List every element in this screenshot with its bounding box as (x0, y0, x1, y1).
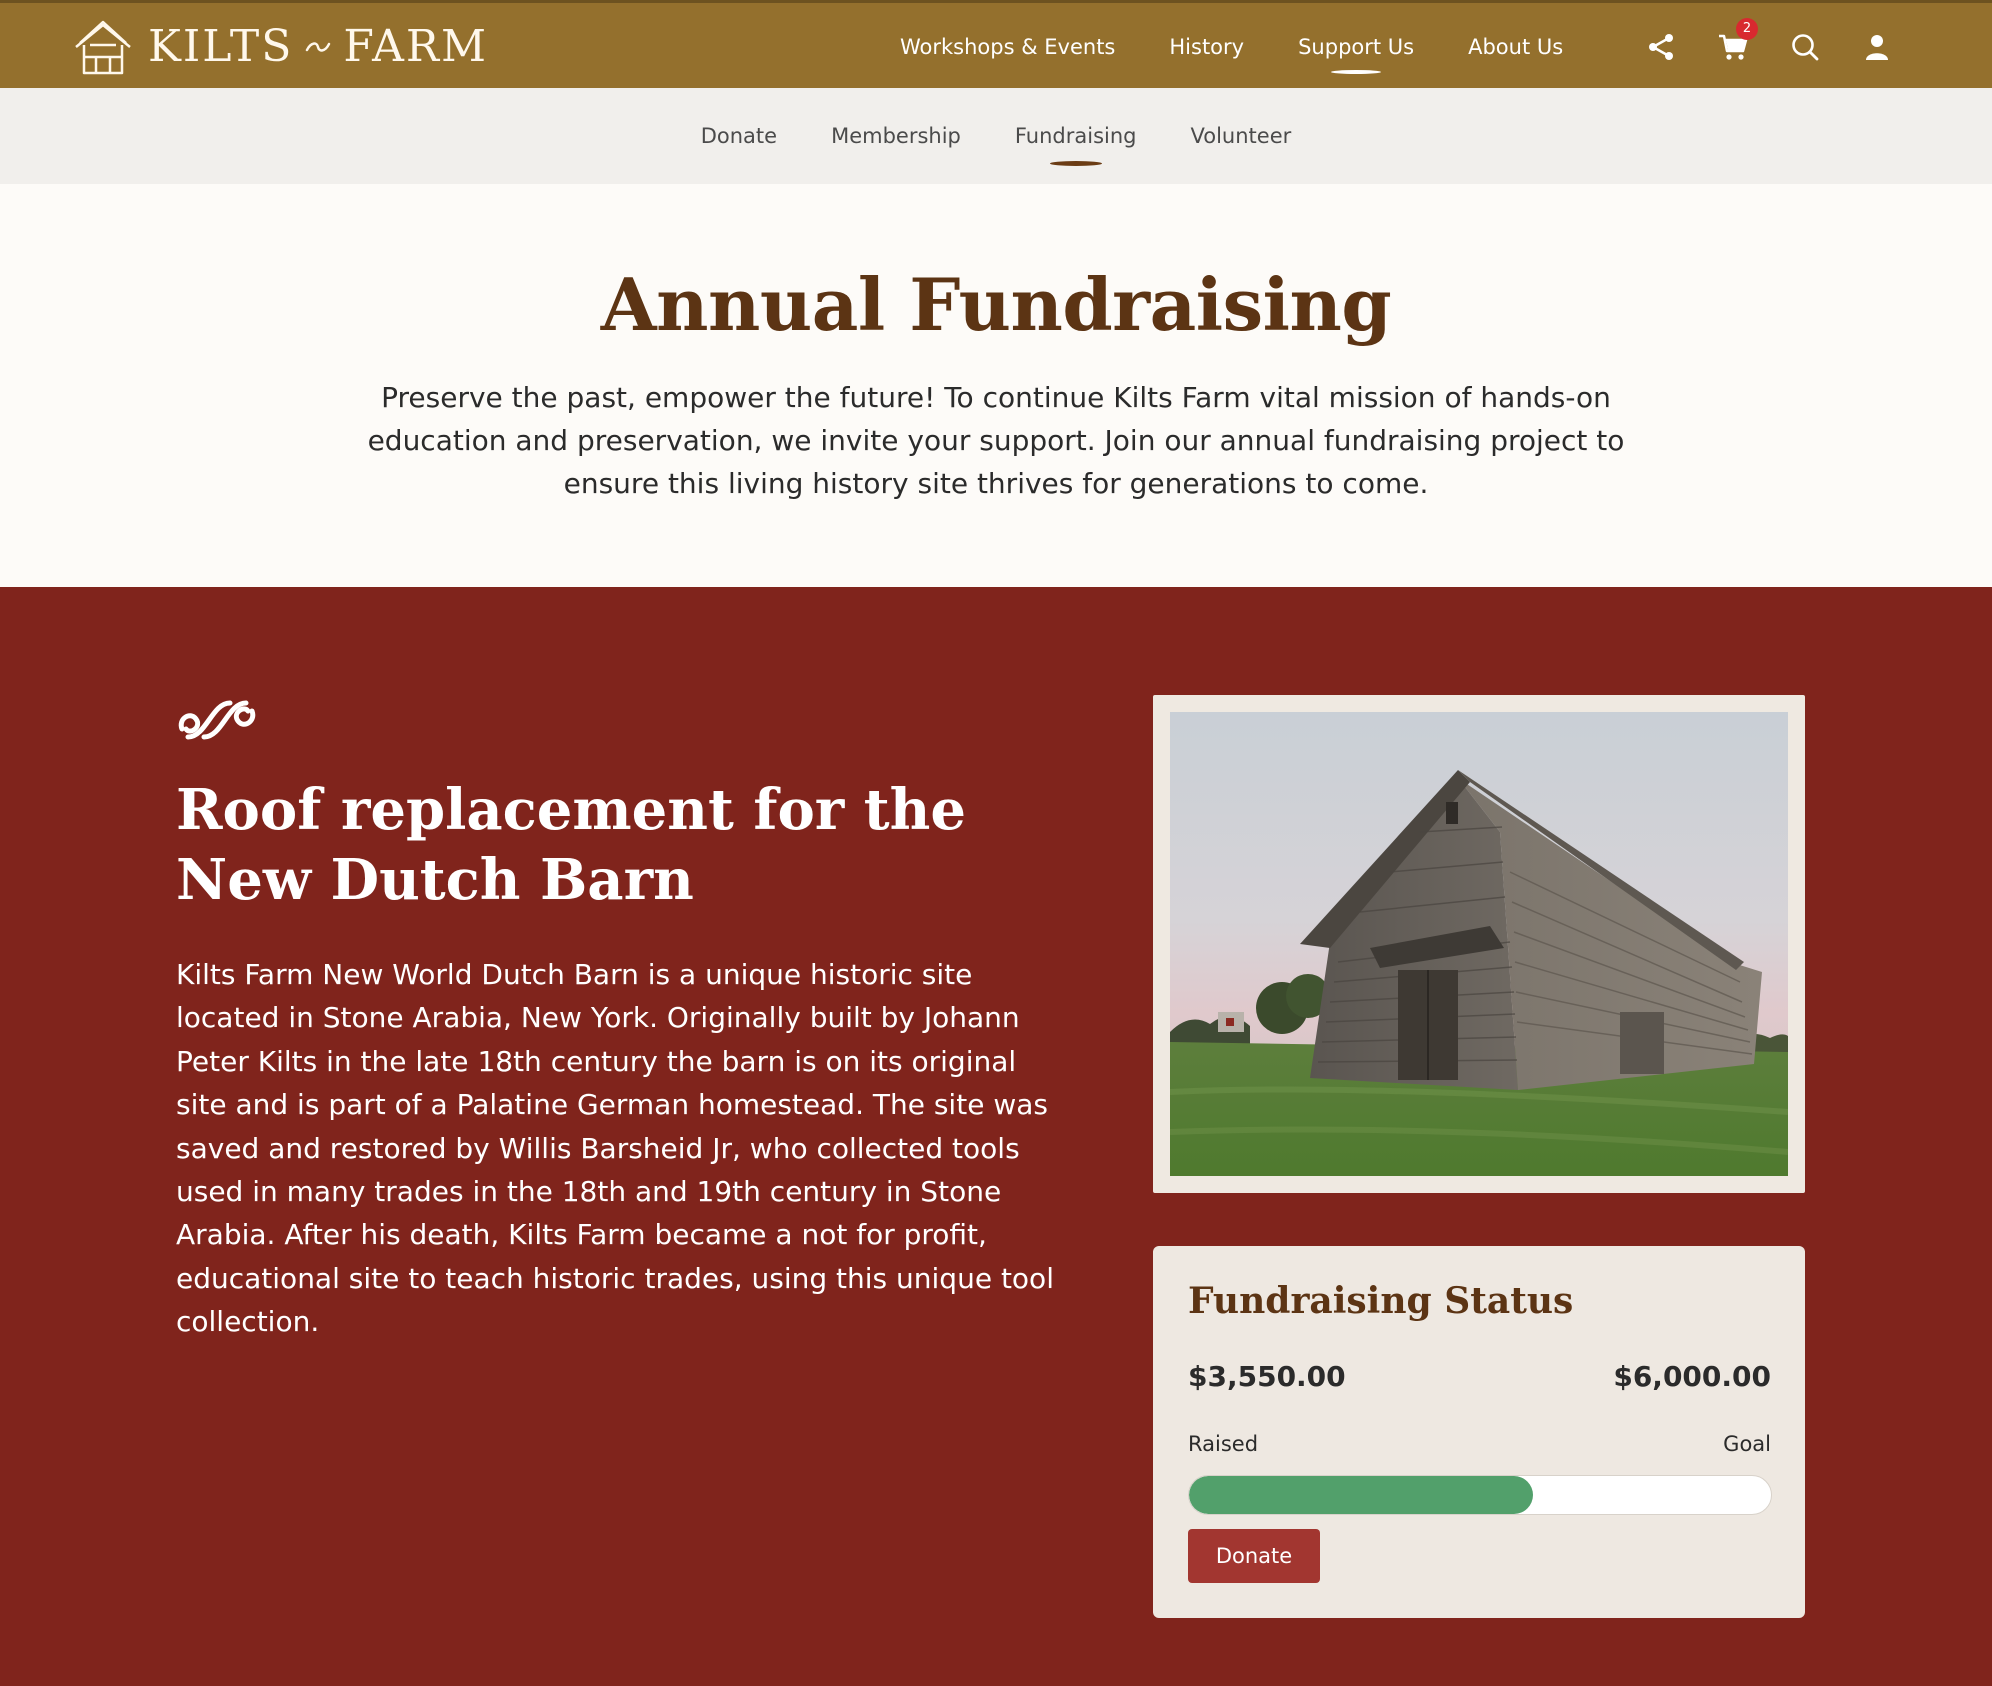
flourish-icon (178, 700, 256, 740)
support-subnav: Donate Membership Fundraising Volunteer (0, 88, 1992, 184)
goal-label: Goal (1723, 1432, 1771, 1456)
project-description: Kilts Farm New World Dutch Barn is a uni… (176, 958, 1054, 1339)
goal-amount: $6,000.00 (1613, 1360, 1771, 1393)
site-logo[interactable]: KILTS FARM (74, 19, 488, 75)
logo-name-right: FARM (343, 21, 489, 72)
cart-icon[interactable]: 2 (1716, 18, 1758, 64)
nav-about-us[interactable]: About Us (1468, 35, 1563, 59)
raised-amount: $3,550.00 (1188, 1360, 1346, 1393)
page-title: Annual Fundraising (600, 262, 1392, 347)
donate-button[interactable]: Donate (1188, 1529, 1320, 1583)
header-actions: 2 (1644, 3, 1932, 91)
fundraising-progress-fill (1189, 1476, 1534, 1514)
status-title: Fundraising Status (1188, 1280, 1574, 1322)
subnav-membership[interactable]: Membership (831, 124, 961, 148)
nav-history[interactable]: History (1169, 35, 1244, 59)
nav-workshops-events[interactable]: Workshops & Events (900, 35, 1115, 59)
subnav-fundraising[interactable]: Fundraising (1015, 124, 1137, 166)
site-header: KILTS FARM Workshops & Events History Su… (0, 0, 1992, 88)
subnav-volunteer[interactable]: Volunteer (1191, 124, 1292, 148)
project-section: Roof replacement for the New Dutch Barn … (0, 587, 1992, 1686)
subnav-donate[interactable]: Donate (701, 124, 777, 148)
user-icon[interactable] (1860, 30, 1894, 64)
main-nav: Workshops & Events History Support Us Ab… (900, 3, 1617, 91)
intro-section: Annual Fundraising Preserve the past, em… (0, 184, 1992, 587)
share-icon[interactable] (1644, 30, 1678, 64)
project-title: Roof replacement for the New Dutch Barn (176, 777, 967, 913)
logo-name-left: KILTS (148, 21, 294, 72)
barn-photo (1170, 712, 1788, 1176)
fundraising-status-card: Fundraising Status $3,550.00 $6,000.00 R… (1153, 1246, 1805, 1618)
cart-count-badge: 2 (1736, 18, 1758, 40)
raised-label: Raised (1188, 1432, 1259, 1456)
search-icon[interactable] (1788, 30, 1822, 64)
fundraising-progress-bar (1188, 1475, 1772, 1515)
intro-text: Preserve the past, empower the future! T… (367, 381, 1625, 500)
barn-icon (75, 20, 131, 75)
nav-support-us[interactable]: Support Us (1298, 35, 1414, 74)
logo-flourish-icon (306, 42, 331, 52)
barn-photo-frame (1153, 695, 1805, 1193)
